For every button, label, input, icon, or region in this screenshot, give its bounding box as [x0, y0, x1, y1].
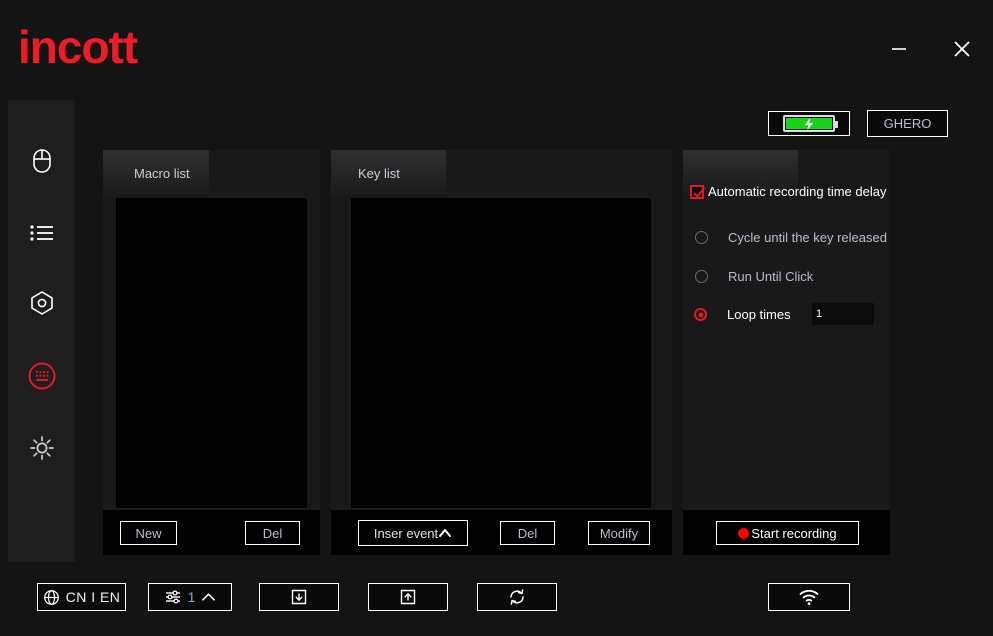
checkmark-icon — [693, 186, 706, 198]
globe-icon — [43, 589, 59, 605]
sidebar-item-macro[interactable] — [8, 353, 75, 399]
profile-number: 1 — [187, 589, 196, 605]
run-until-click-label: Run Until Click — [728, 269, 814, 284]
options-panel — [683, 150, 890, 555]
sync-button[interactable] — [477, 583, 557, 611]
sidebar-item-settings[interactable] — [8, 280, 75, 326]
hexagon-settings-icon — [30, 291, 53, 315]
refresh-icon — [510, 589, 524, 605]
sidebar-item-list[interactable] — [8, 210, 75, 256]
battery-status-button[interactable] — [768, 111, 850, 136]
delete-key-button[interactable]: Del — [500, 521, 555, 545]
run-until-click-radio[interactable] — [695, 270, 708, 283]
cycle-until-released-radio[interactable] — [695, 231, 708, 244]
brightness-icon — [29, 436, 54, 460]
minimize-button[interactable] — [880, 30, 918, 68]
device-name-button[interactable]: GHERO — [867, 110, 948, 137]
export-button[interactable] — [368, 583, 448, 611]
sliders-icon — [165, 590, 180, 604]
new-macro-button[interactable]: New — [120, 521, 177, 545]
macro-list-title: Macro list — [134, 166, 190, 181]
app-window: incott GHERO Macro list New Del Key list… — [0, 0, 993, 636]
title-bar: incott — [0, 0, 993, 92]
loop-times-input[interactable] — [812, 303, 874, 325]
auto-delay-label: Automatic recording time delay — [708, 184, 887, 199]
wifi-button[interactable] — [768, 583, 850, 611]
device-name-label: GHERO — [883, 116, 932, 131]
minimize-icon — [892, 48, 906, 50]
key-list-box[interactable] — [351, 198, 651, 508]
sidebar — [8, 100, 75, 562]
import-button[interactable] — [259, 583, 339, 611]
insert-event-button[interactable]: Inser event — [358, 520, 468, 546]
wifi-icon — [799, 590, 819, 605]
key-list-title: Key list — [358, 166, 400, 181]
start-recording-button[interactable]: Start recording — [716, 521, 859, 545]
auto-delay-row[interactable]: Automatic recording time delay — [690, 184, 886, 199]
close-icon — [954, 41, 970, 57]
mode-row-cycle[interactable]: Cycle until the key released — [695, 230, 887, 245]
language-label: CN I EN — [65, 589, 121, 605]
file-download-icon — [291, 589, 307, 605]
cycle-until-released-label: Cycle until the key released — [728, 230, 887, 245]
loop-times-radio[interactable] — [694, 308, 707, 321]
delete-macro-button[interactable]: Del — [245, 521, 300, 545]
macro-list-box[interactable] — [116, 198, 307, 508]
auto-delay-checkbox[interactable] — [690, 184, 706, 199]
profile-selector-button[interactable]: 1 — [148, 583, 232, 611]
battery-charging-icon — [783, 115, 838, 132]
insert-event-label: Inser event — [373, 525, 439, 541]
modify-key-button[interactable]: Modify — [588, 521, 650, 545]
mouse-icon — [32, 149, 51, 173]
mode-row-until-click[interactable]: Run Until Click — [695, 269, 813, 284]
mode-row-loop-times[interactable]: Loop times — [694, 307, 791, 322]
language-button[interactable]: CN I EN — [37, 583, 126, 611]
chevron-up-icon — [439, 529, 452, 537]
macro-keyboard-icon — [28, 362, 55, 390]
app-logo: incott — [18, 21, 138, 73]
close-button[interactable] — [943, 30, 981, 68]
start-recording-label: Start recording — [751, 525, 837, 541]
record-dot-icon — [738, 527, 750, 539]
list-icon — [29, 225, 53, 241]
key-list-panel: Key list — [331, 150, 672, 555]
sidebar-item-light[interactable] — [8, 425, 75, 471]
chevron-up-icon — [202, 593, 216, 601]
file-upload-icon — [400, 589, 416, 605]
sidebar-item-mouse[interactable] — [8, 138, 75, 184]
loop-times-label: Loop times — [727, 307, 791, 322]
macro-list-panel: Macro list — [103, 150, 320, 555]
